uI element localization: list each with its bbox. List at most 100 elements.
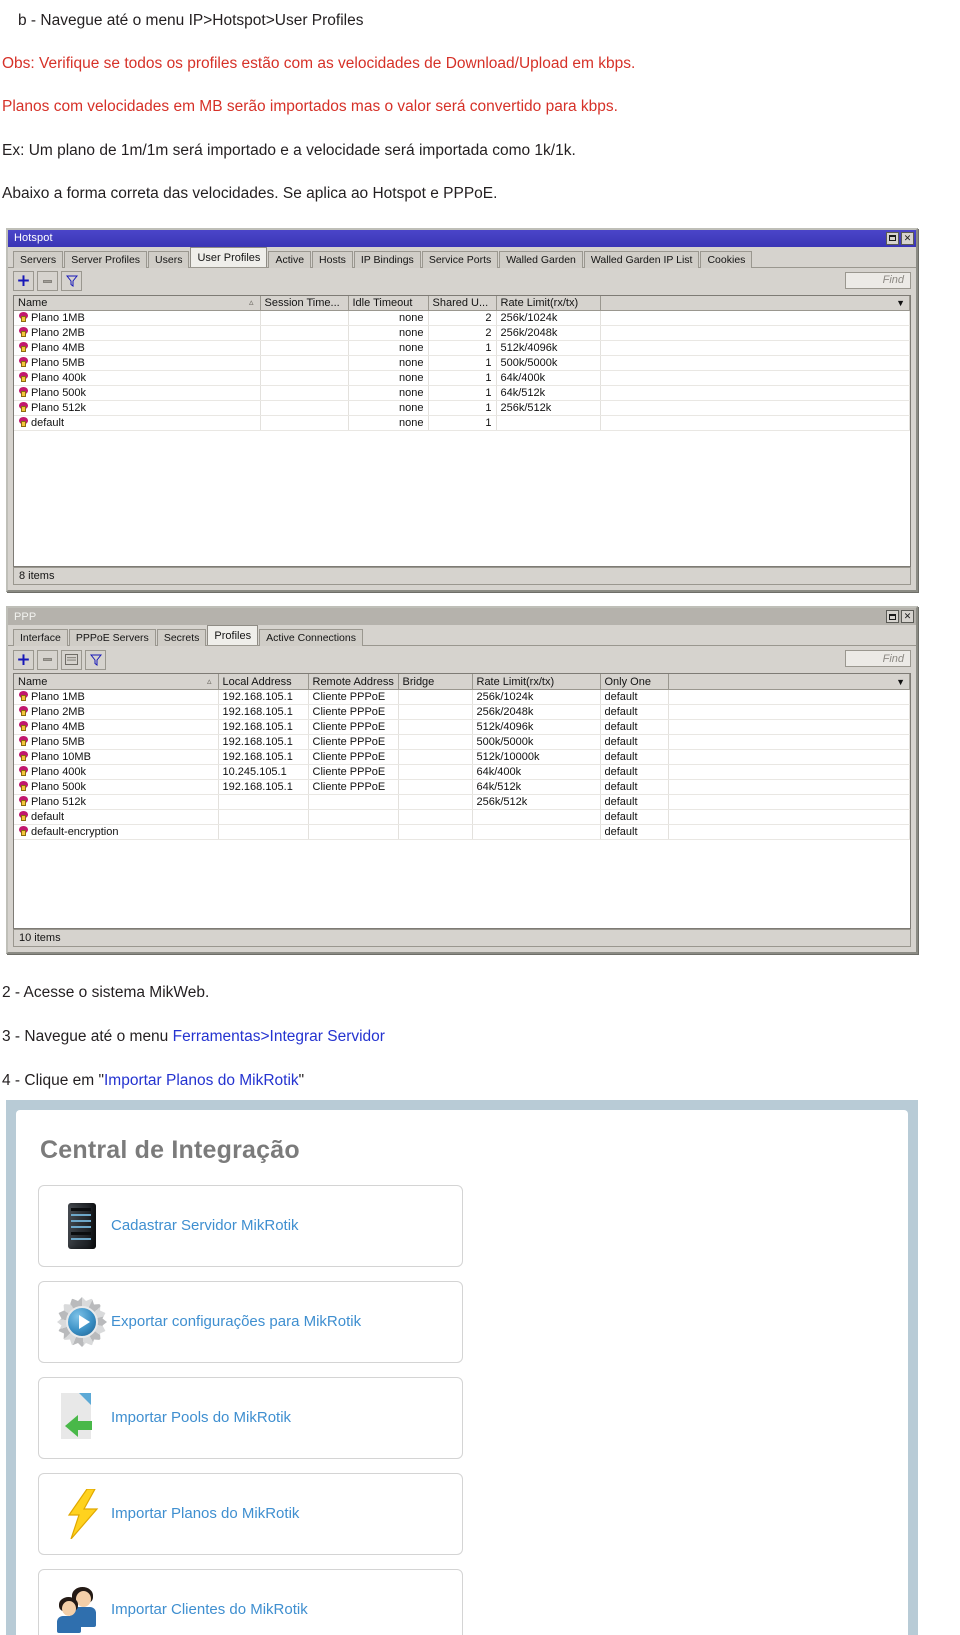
column-header-only-one[interactable]: Only One <box>600 674 669 690</box>
step-4-link[interactable]: Importar Planos do MikRotik <box>104 1072 299 1089</box>
tab-user-profiles[interactable]: User Profiles <box>190 246 268 267</box>
profile-icon <box>18 327 29 338</box>
filter-button[interactable] <box>85 649 106 670</box>
card-label: Exportar configurações para MikRotik <box>111 1313 362 1331</box>
table-row[interactable]: Plano 4MB none 1 512k/4096k <box>14 340 910 357</box>
table-row[interactable]: Plano 500k 192.168.105.1 Cliente PPPoE 6… <box>14 779 910 795</box>
column-header-shared-users[interactable]: Shared U... <box>428 295 497 312</box>
card-importar-planos-do-mikrotik[interactable]: Importar Planos do MikRotik <box>38 1472 463 1555</box>
table-row[interactable]: default-encryption default <box>14 824 910 840</box>
find-input[interactable]: Find <box>845 271 911 289</box>
cell-name: Plano 400k <box>14 764 219 780</box>
remove-button[interactable] <box>37 271 58 292</box>
add-button[interactable]: + <box>13 271 34 292</box>
table-row[interactable]: Plano 1MB none 2 256k/1024k <box>14 310 910 327</box>
table-row[interactable]: Plano 5MB none 1 500k/5000k <box>14 355 910 372</box>
table-row[interactable]: Plano 400k 10.245.105.1 Cliente PPPoE 64… <box>14 764 910 780</box>
table-row[interactable]: default default <box>14 809 910 825</box>
tab-cookies[interactable]: Cookies <box>700 250 753 268</box>
cell-rate: 256k/2048k <box>496 325 601 342</box>
cell-session <box>260 370 349 387</box>
cell-session <box>260 400 349 417</box>
tab-profiles[interactable]: Profiles <box>207 625 259 646</box>
table-row[interactable]: default none 1 <box>14 415 910 432</box>
tab-walled-garden-ip-list[interactable]: Walled Garden IP List <box>583 250 700 268</box>
cell-spacer <box>600 340 910 357</box>
find-input[interactable]: Find <box>845 650 911 668</box>
column-header-remote-address[interactable]: Remote Address <box>308 674 399 690</box>
column-header-spacer[interactable]: ▼ <box>668 674 910 690</box>
column-header-rate-limit[interactable]: Rate Limit(rx/tx) <box>496 295 601 312</box>
step-3-link[interactable]: Ferramentas>Integrar Servidor <box>173 1028 385 1045</box>
card-importar-pools-do-mikrotik[interactable]: Importar Pools do MikRotik <box>38 1376 463 1459</box>
tab-servers[interactable]: Servers <box>13 250 64 268</box>
cell-idle: none <box>348 355 429 372</box>
cell-name: Plano 500k <box>14 385 261 402</box>
column-header-spacer[interactable]: ▼ <box>600 295 910 312</box>
column-header-rate-limit[interactable]: Rate Limit(rx/tx) <box>472 674 601 690</box>
cell-shared: 1 <box>428 400 497 417</box>
tab-active[interactable]: Active <box>268 250 312 268</box>
tab-hosts[interactable]: Hosts <box>312 250 353 268</box>
cell-idle: none <box>348 400 429 417</box>
table-row[interactable]: Plano 4MB 192.168.105.1 Cliente PPPoE 51… <box>14 719 910 735</box>
tab-secrets[interactable]: Secrets <box>156 629 207 647</box>
card-importar-clientes-do-mikrotik[interactable]: Importar Clientes do MikRotik <box>38 1568 463 1635</box>
table-row[interactable]: Plano 512k none 1 256k/512k <box>14 400 910 417</box>
column-header-local-address[interactable]: Local Address <box>218 674 309 690</box>
close-icon[interactable]: ✕ <box>901 610 914 624</box>
copy-button[interactable] <box>61 649 82 670</box>
tab-server-profiles[interactable]: Server Profiles <box>64 250 148 268</box>
hotspot-window-wrapper: Hotspot ✕ Servers Server Profiles Users … <box>6 227 918 593</box>
chevron-down-icon[interactable]: ▼ <box>896 298 905 308</box>
profile-icon <box>18 765 29 777</box>
filter-button[interactable] <box>61 271 82 292</box>
cell-name: default <box>14 415 261 432</box>
instruction-step-3: 3 - Navegue até o menu Ferramentas>Integ… <box>2 1028 960 1046</box>
column-header-name[interactable]: Name ▵ <box>14 674 219 690</box>
cell-local: 192.168.105.1 <box>218 719 309 735</box>
add-button[interactable]: + <box>13 649 34 670</box>
column-header-session-time[interactable]: Session Time... <box>260 295 349 312</box>
tab-users[interactable]: Users <box>148 250 190 268</box>
card-cadastrar-servidor-mikrotik[interactable]: Cadastrar Servidor MikRotik <box>38 1184 463 1267</box>
table-row[interactable]: Plano 1MB 192.168.105.1 Cliente PPPoE 25… <box>14 689 910 705</box>
cell-bridge <box>398 719 473 735</box>
maximize-icon[interactable] <box>886 231 899 245</box>
close-icon[interactable]: ✕ <box>901 231 914 245</box>
tab-active-connections[interactable]: Active Connections <box>259 629 363 647</box>
table-row[interactable]: Plano 400k none 1 64k/400k <box>14 370 910 387</box>
hotspot-window-title: Hotspot <box>14 232 53 245</box>
chevron-down-icon[interactable]: ▼ <box>896 677 905 687</box>
cell-rate: 512k/4096k <box>472 719 601 735</box>
card-label: Importar Clientes do MikRotik <box>111 1601 308 1619</box>
profile-icon <box>18 825 29 837</box>
table-row[interactable]: Plano 2MB 192.168.105.1 Cliente PPPoE 25… <box>14 704 910 720</box>
cell-remote: Cliente PPPoE <box>308 749 399 765</box>
table-row[interactable]: Plano 5MB 192.168.105.1 Cliente PPPoE 50… <box>14 734 910 750</box>
tab-pppoe-servers[interactable]: PPPoE Servers <box>68 629 156 647</box>
maximize-icon[interactable] <box>886 610 899 624</box>
tab-service-ports[interactable]: Service Ports <box>421 250 499 268</box>
cell-bridge <box>398 689 473 705</box>
tab-interface[interactable]: Interface <box>13 629 68 647</box>
cell-name: Plano 10MB <box>14 749 219 765</box>
tab-walled-garden[interactable]: Walled Garden <box>499 250 583 268</box>
column-header-name[interactable]: Name ▵ <box>14 295 261 312</box>
tab-ip-bindings[interactable]: IP Bindings <box>353 250 421 268</box>
card-exportar-configuracoes-para-mikrotik[interactable]: Exportar configurações para MikRotik <box>38 1280 463 1363</box>
table-row[interactable]: Plano 2MB none 2 256k/2048k <box>14 325 910 342</box>
remove-button[interactable] <box>37 649 58 670</box>
cell-local: 10.245.105.1 <box>218 764 309 780</box>
cell-session <box>260 355 349 372</box>
table-row[interactable]: Plano 512k 256k/512k default <box>14 794 910 810</box>
cell-name: Plano 5MB <box>14 734 219 750</box>
table-row[interactable]: Plano 10MB 192.168.105.1 Cliente PPPoE 5… <box>14 749 910 765</box>
cell-only-one: default <box>600 824 669 840</box>
table-row[interactable]: Plano 500k none 1 64k/512k <box>14 385 910 402</box>
cell-rate: 64k/512k <box>472 779 601 795</box>
column-header-idle-timeout[interactable]: Idle Timeout <box>348 295 429 312</box>
cell-rate: 64k/400k <box>472 764 601 780</box>
cell-only-one: default <box>600 719 669 735</box>
column-header-bridge[interactable]: Bridge <box>398 674 473 690</box>
